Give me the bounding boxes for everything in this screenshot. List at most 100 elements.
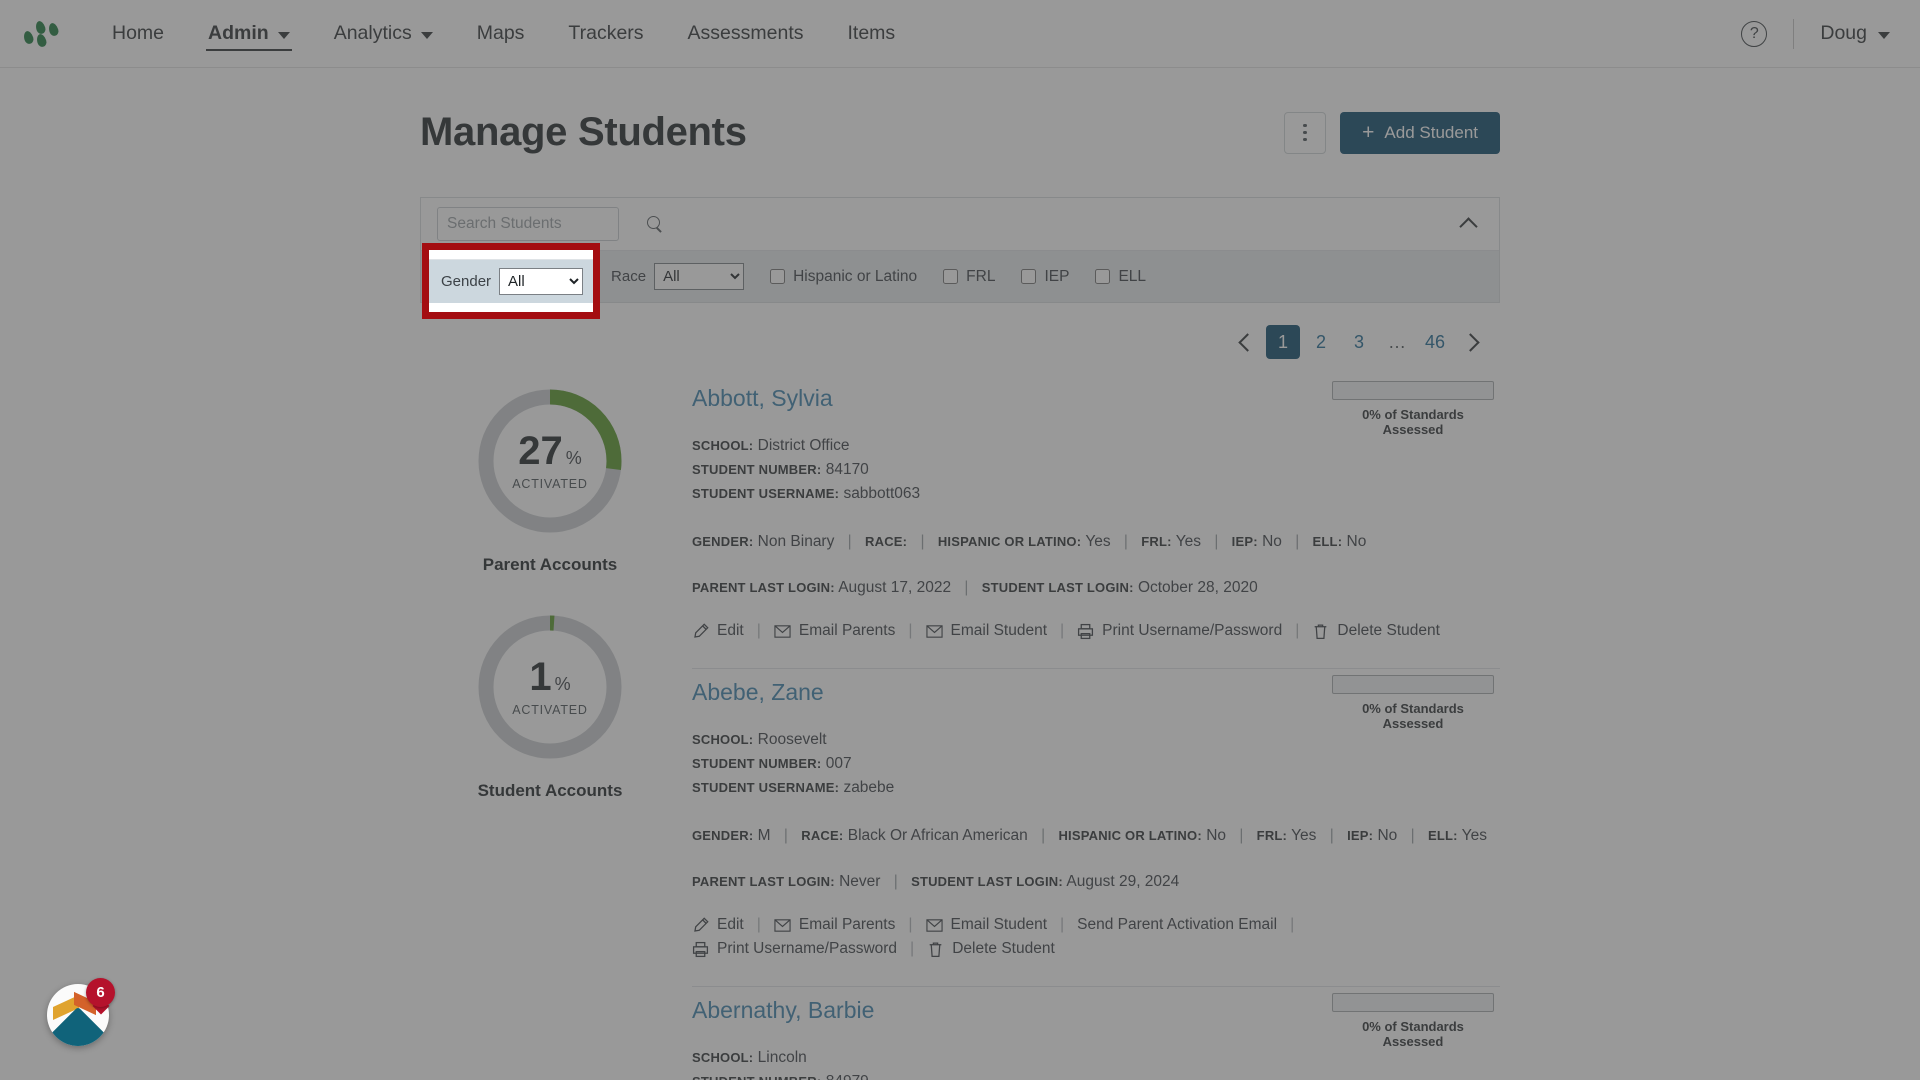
separator: | — [1410, 827, 1415, 845]
race-filter-dropdown[interactable]: All — [654, 263, 745, 290]
ell-value: Yes — [1461, 827, 1487, 845]
filter-panel: Gender All Race All Hispanic or Latino — [420, 197, 1500, 303]
search-students-box[interactable] — [437, 207, 660, 241]
support-chat-widget[interactable]: 6 — [45, 978, 115, 1048]
iep-label: IEP: — [1347, 828, 1374, 844]
student-card: 0% of Standards Assessed Abbott, Sylvia … — [692, 375, 1500, 670]
nav-item-label: Home — [112, 22, 165, 44]
edit-action[interactable]: Edit — [692, 622, 744, 640]
percent-symbol: % — [554, 674, 571, 694]
chevron-down-icon — [277, 31, 290, 39]
ell-checkbox-input[interactable] — [1095, 269, 1111, 284]
app-root: Home Admin Analytics Maps Trackers Asses… — [0, 0, 1920, 1080]
more-options-button[interactable] — [1284, 111, 1327, 154]
delete-student-action[interactable]: Delete Student — [927, 940, 1055, 958]
trash-icon — [1315, 624, 1327, 639]
gender-filter-label: Gender — [437, 268, 488, 285]
main-columns: 27 % ACTIVATED Parent Accounts 1 % ACTIV… — [420, 375, 1500, 1080]
delete-student-action[interactable]: Delete Student — [1312, 622, 1440, 640]
gender-value: M — [757, 827, 771, 845]
race-filter-label: Race — [611, 268, 647, 285]
search-input[interactable] — [447, 215, 647, 233]
collapse-filters-button[interactable] — [1453, 209, 1483, 239]
nav-item-trackers[interactable]: Trackers — [546, 0, 665, 67]
envelope-icon — [774, 624, 791, 638]
pagination-page-2[interactable]: 2 — [1304, 325, 1338, 359]
student-list-column: 0% of Standards Assessed Abbott, Sylvia … — [680, 375, 1500, 1080]
ell-value: No — [1346, 533, 1367, 551]
student-demographics-row: GENDER: Non Binary | RACE: | HISPANIC OR… — [692, 530, 1500, 554]
donut-center-label: 27 % ACTIVATED — [474, 385, 626, 537]
donut-value-row: 27 % — [518, 431, 582, 471]
standards-progress-bar — [1332, 675, 1494, 695]
student-actions-line: Print Username/Password | Delete Student — [692, 940, 1500, 958]
frl-value: Yes — [1291, 827, 1317, 845]
help-icon[interactable]: ? — [1741, 20, 1768, 47]
email-parents-action[interactable]: Email Parents — [774, 622, 895, 640]
donut-value-row: 1 % — [529, 657, 570, 697]
student-school-row: SCHOOL: Roosevelt — [692, 728, 1500, 752]
delete-student-label: Delete Student — [952, 940, 1055, 958]
add-student-button[interactable]: + Add Student — [1340, 111, 1500, 154]
standards-progress-bar — [1332, 993, 1494, 1013]
hispanic-label: HISPANIC OR LATINO: — [937, 534, 1082, 550]
iep-checkbox-input[interactable] — [1021, 269, 1037, 284]
standards-assessed-widget: 0% of Standards Assessed — [1332, 675, 1494, 731]
pagination-page-46[interactable]: 46 — [1418, 325, 1452, 359]
search-icon[interactable] — [647, 215, 664, 233]
print-credentials-action[interactable]: Print Username/Password — [1077, 622, 1282, 640]
nav-item-label: Items — [847, 22, 896, 44]
iep-checkbox[interactable]: IEP — [1021, 268, 1069, 286]
action-separator: | — [908, 916, 913, 934]
delete-student-label: Delete Student — [1337, 622, 1440, 640]
nav-item-assessments[interactable]: Assessments — [666, 0, 826, 67]
action-separator: | — [756, 622, 761, 640]
pagination: 1 2 3 … 46 — [420, 303, 1500, 375]
hispanic-checkbox-label: Hispanic or Latino — [793, 267, 918, 285]
nav-item-label: Trackers — [568, 22, 644, 44]
hispanic-checkbox-input[interactable] — [770, 269, 786, 284]
email-parents-action[interactable]: Email Parents — [774, 916, 895, 934]
student-username-row: STUDENT USERNAME: sabbott063 — [692, 482, 1500, 506]
unread-badge[interactable]: 6 — [86, 978, 115, 1007]
separator: | — [1239, 827, 1244, 845]
email-student-action[interactable]: Email Student — [925, 622, 1048, 640]
hispanic-label: HISPANIC OR LATINO: — [1058, 828, 1202, 844]
student-accounts-donut-widget: 1 % ACTIVATED Student Accounts — [420, 611, 680, 801]
gender-filter-dropdown[interactable]: All — [495, 263, 586, 290]
pagination-prev-button[interactable] — [1228, 325, 1262, 359]
nav-item-maps[interactable]: Maps — [455, 0, 547, 67]
email-student-action[interactable]: Email Student — [925, 916, 1047, 934]
ell-checkbox[interactable]: ELL — [1095, 268, 1146, 286]
pagination-next-button[interactable] — [1456, 325, 1490, 359]
nav-item-items[interactable]: Items — [826, 0, 918, 67]
send-parent-activation-email-label: Send Parent Activation Email — [1077, 916, 1278, 934]
send-parent-activation-email-action[interactable]: Send Parent Activation Email — [1077, 916, 1277, 934]
page-header-actions: + Add Student — [1284, 111, 1500, 154]
frl-value: Yes — [1175, 533, 1201, 551]
nav-item-admin[interactable]: Admin — [186, 0, 312, 67]
pagination-page-1[interactable]: 1 — [1265, 325, 1300, 359]
separator: | — [1123, 533, 1128, 551]
frl-label: FRL: — [1256, 828, 1288, 844]
action-separator: | — [1295, 622, 1300, 640]
percent-symbol: % — [565, 448, 582, 468]
print-credentials-action[interactable]: Print Username/Password — [692, 940, 897, 958]
nav-item-analytics[interactable]: Analytics — [312, 0, 455, 67]
nav-item-home[interactable]: Home — [90, 0, 186, 67]
dots-logo-icon[interactable] — [22, 19, 66, 49]
user-menu-button[interactable]: Doug — [1820, 22, 1890, 45]
race-filter-group: Race All — [611, 263, 745, 290]
separator: | — [1329, 827, 1334, 845]
standards-assessed-widget: 0% of Standards Assessed — [1332, 993, 1494, 1049]
student-username-row: STUDENT USERNAME: zabebe — [692, 776, 1500, 800]
parent-last-login-value: Never — [839, 873, 881, 891]
student-number-row: STUDENT NUMBER: 84170 — [692, 458, 1500, 482]
edit-action[interactable]: Edit — [692, 916, 744, 934]
pagination-page-3[interactable]: 3 — [1342, 325, 1376, 359]
frl-checkbox[interactable]: FRL — [943, 268, 995, 286]
school-value: District Office — [757, 437, 850, 454]
frl-checkbox-input[interactable] — [943, 269, 959, 284]
email-student-label: Email Student — [950, 622, 1048, 640]
hispanic-or-latino-checkbox[interactable]: Hispanic or Latino — [770, 268, 917, 286]
